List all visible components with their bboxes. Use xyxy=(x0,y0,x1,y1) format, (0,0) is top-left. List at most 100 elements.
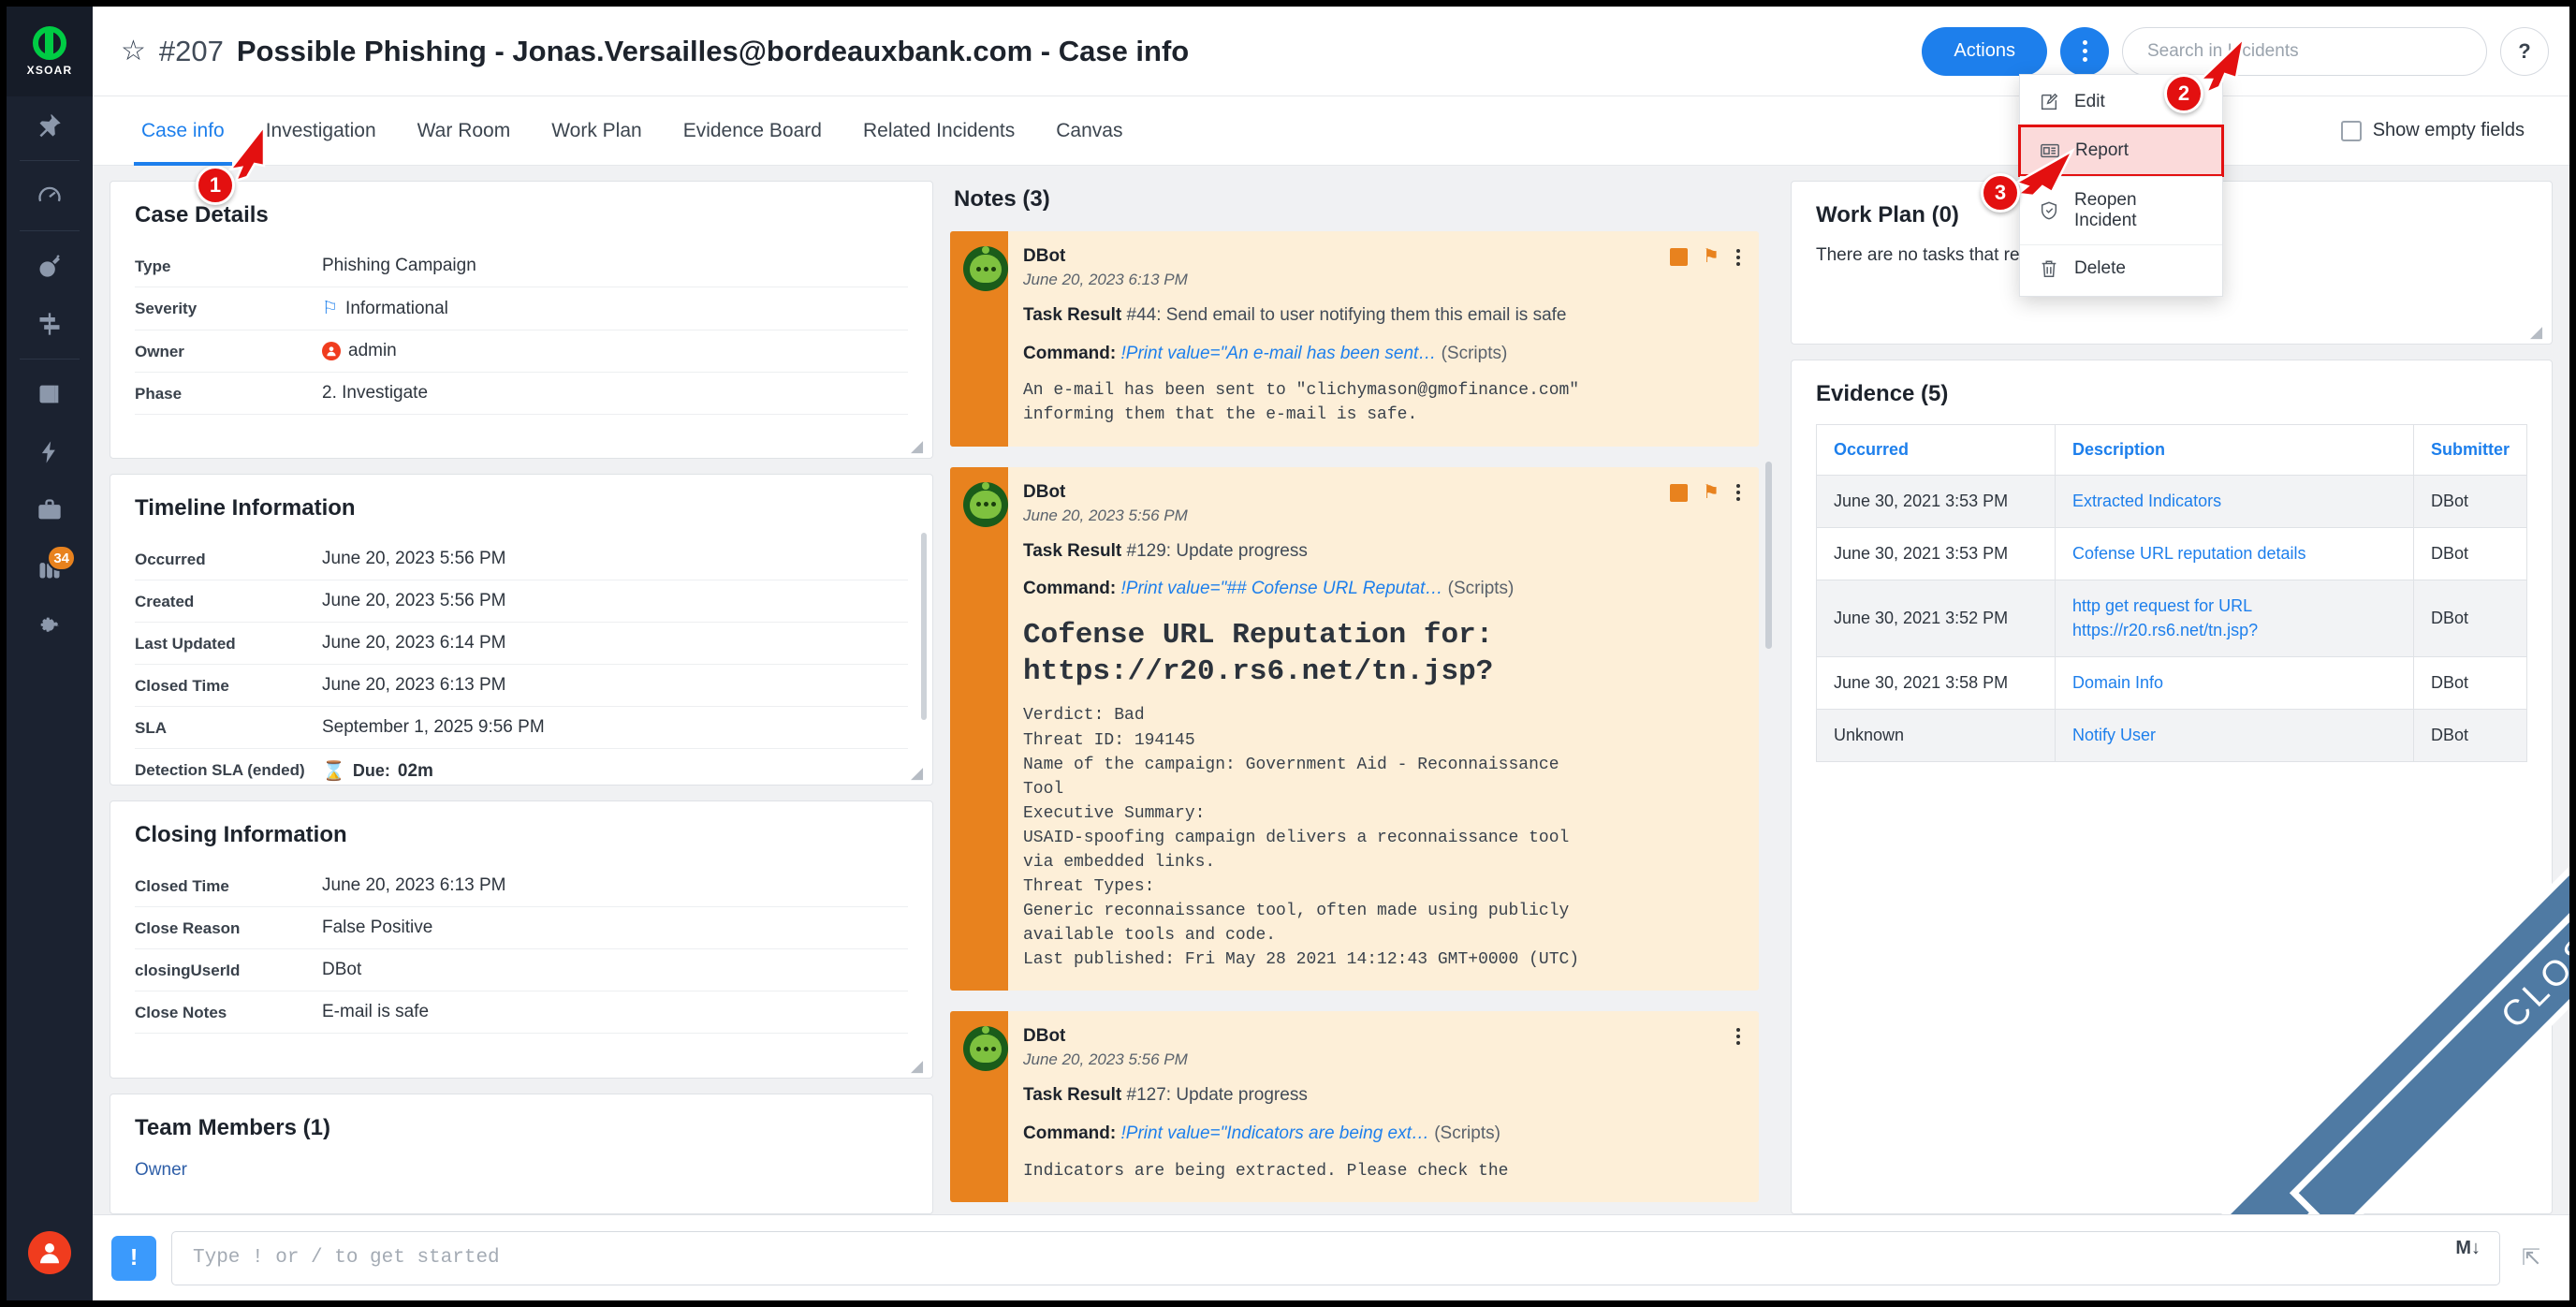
field-value: June 20, 2023 6:14 PM xyxy=(322,633,506,654)
evidence-link[interactable]: Notify User xyxy=(2072,724,2396,747)
expand-icon[interactable]: ⇱ xyxy=(2515,1244,2547,1271)
user-avatar[interactable] xyxy=(28,1231,71,1274)
resize-grip-icon[interactable]: ◢ xyxy=(911,438,926,454)
note-icon-group: ⚑ xyxy=(1670,246,1740,266)
tab-work-plan[interactable]: Work Plan xyxy=(531,96,662,166)
field-row-phase: Phase 2. Investigate xyxy=(135,373,908,415)
command-value[interactable]: !Print value="Indicators are being ext… xyxy=(1121,1123,1429,1143)
table-row[interactable]: June 30, 2021 3:52 PM http get request f… xyxy=(1816,580,2528,657)
tab-related-incidents[interactable]: Related Incidents xyxy=(842,96,1035,166)
tab-war-room[interactable]: War Room xyxy=(397,96,532,166)
callout-badge-3: 3 xyxy=(1981,173,2020,213)
field-label: Close Notes xyxy=(135,1003,227,1021)
resize-grip-icon[interactable]: ◢ xyxy=(911,765,926,781)
field-row-detection-sla: Detection SLA (ended) ⌛ Due: 02m SLA: 20… xyxy=(135,749,908,784)
xsoar-wordmark: XSOAR xyxy=(26,64,73,77)
column-header-occurred[interactable]: Occurred xyxy=(1816,424,2056,476)
dashboard-gauge-icon xyxy=(38,186,61,202)
help-button[interactable]: ? xyxy=(2500,26,2549,76)
sidebar-item-pin[interactable] xyxy=(7,96,93,154)
note-marker-icon[interactable] xyxy=(1670,483,1688,502)
note-item[interactable]: DBot June 20, 2023 6:13 PM ⚑ Task Result… xyxy=(950,231,1759,447)
rail-divider xyxy=(20,359,80,360)
markdown-toggle[interactable]: M↓ xyxy=(2455,1238,2481,1259)
note-task-line: Task Result #44: Send email to user noti… xyxy=(1023,304,1740,328)
field-row-type: Type Phishing Campaign xyxy=(135,245,908,287)
command-value[interactable]: !Print value="## Cofense URL Reputat… xyxy=(1121,579,1443,598)
sidebar-item-automation[interactable] xyxy=(7,423,93,481)
note-body: DBot June 20, 2023 6:13 PM ⚑ Task Result… xyxy=(1008,231,1759,447)
user-avatar-icon xyxy=(40,1243,59,1264)
flag-icon[interactable]: ⚑ xyxy=(1703,483,1721,502)
note-more-icon[interactable] xyxy=(1736,484,1740,502)
sidebar-item-playbooks[interactable] xyxy=(7,295,93,353)
note-more-icon[interactable] xyxy=(1736,248,1740,266)
note-item[interactable]: DBot June 20, 2023 5:56 PM ⚑ Task Result… xyxy=(950,466,1759,991)
field-label: Severity xyxy=(135,300,198,317)
evidence-title: Evidence (5) xyxy=(1816,381,1949,406)
field-value: admin xyxy=(348,341,397,360)
note-item[interactable]: DBot June 20, 2023 5:56 PM Task Result #… xyxy=(950,1011,1759,1202)
evidence-link[interactable]: Domain Info xyxy=(2072,671,2396,695)
evidence-link[interactable]: Cofense URL reputation details xyxy=(2072,542,2396,565)
menu-item-label: Reopen Incident xyxy=(2074,190,2137,230)
sidebar-item-reports[interactable] xyxy=(7,365,93,423)
notes-panel: Notes (3) DBot June 20, 2023 6:13 PM ⚑ T… xyxy=(950,181,1774,1214)
signpost-playbooks-icon xyxy=(39,313,60,335)
note-timestamp: June 20, 2023 6:13 PM xyxy=(1023,271,1188,288)
column-header-submitter[interactable]: Submitter xyxy=(2412,424,2528,476)
cell-submitter: DBot xyxy=(2412,474,2528,529)
note-header: DBot June 20, 2023 5:56 PM ⚑ xyxy=(1023,482,1740,525)
flag-icon[interactable]: ⚑ xyxy=(1703,247,1721,266)
show-empty-fields-checkbox[interactable] xyxy=(2340,120,2362,141)
sidebar-item-threat-intel[interactable]: 34 xyxy=(7,539,93,597)
menu-item-delete[interactable]: Delete xyxy=(2020,244,2222,292)
table-row[interactable]: Unknown Notify User DBot xyxy=(1816,708,2528,763)
note-author: DBot xyxy=(1023,1026,1066,1047)
note-task-line: Task Result #129: Update progress xyxy=(1023,540,1740,564)
resize-grip-icon[interactable]: ◢ xyxy=(911,1058,926,1074)
sidebar-item-marketplace[interactable] xyxy=(7,481,93,539)
bomb-incidents-icon xyxy=(39,255,60,277)
table-row[interactable]: June 30, 2021 3:58 PM Domain Info DBot xyxy=(1816,655,2528,710)
show-empty-fields-control[interactable]: Show empty fields xyxy=(2340,120,2541,141)
notes-scrollbar-thumb[interactable] xyxy=(1765,462,1772,649)
tab-canvas[interactable]: Canvas xyxy=(1035,96,1143,166)
task-result-label: Task Result xyxy=(1023,305,1122,325)
command-value[interactable]: !Print value="An e-mail has been sent… xyxy=(1121,344,1437,363)
evidence-link[interactable]: Extracted Indicators xyxy=(2072,490,2396,513)
column-header-description[interactable]: Description xyxy=(2055,424,2414,476)
resize-grip-icon[interactable]: ◢ xyxy=(2530,324,2545,340)
tab-evidence-board[interactable]: Evidence Board xyxy=(663,96,842,166)
book-reports-icon xyxy=(39,385,59,404)
severity-flag-icon: ⚐ xyxy=(322,299,339,318)
cell-occurred: June 30, 2021 3:53 PM xyxy=(1816,527,2056,581)
cell-submitter: DBot xyxy=(2412,655,2528,710)
actions-button[interactable]: Actions xyxy=(1922,26,2047,76)
sidebar-item-incidents[interactable] xyxy=(7,237,93,295)
evidence-link[interactable]: http get request for URL https://r20.rs6… xyxy=(2072,595,2396,641)
table-row[interactable]: June 30, 2021 3:53 PM Extracted Indicato… xyxy=(1816,474,2528,529)
timeline-information-card: Timeline Information Occurred June 20, 2… xyxy=(110,474,933,786)
field-row-closed-time: Closed Time June 20, 2023 6:13 PM xyxy=(135,865,908,907)
timeline-scrollbar-thumb[interactable] xyxy=(921,533,927,721)
note-author: DBot xyxy=(1023,246,1066,266)
xsoar-logo[interactable]: XSOAR xyxy=(7,7,93,96)
command-prefix-button[interactable]: ! xyxy=(111,1235,156,1281)
favorite-star-icon[interactable]: ☆ xyxy=(121,37,146,66)
table-row[interactable]: June 30, 2021 3:53 PM Cofense URL reputa… xyxy=(1816,527,2528,581)
note-marker-icon[interactable] xyxy=(1670,248,1688,266)
cell-submitter: DBot xyxy=(2412,580,2528,657)
field-value: E-mail is safe xyxy=(322,1001,430,1021)
field-row-closing-userid: closingUserId DBot xyxy=(135,949,908,991)
note-more-icon[interactable] xyxy=(1736,1028,1740,1046)
more-options-button[interactable] xyxy=(2060,26,2109,76)
sidebar-item-dashboard[interactable] xyxy=(7,167,93,225)
command-input[interactable]: Type ! or / to get started M↓ xyxy=(171,1230,2500,1285)
field-label: Closed Time xyxy=(135,876,229,895)
rail-divider xyxy=(20,160,80,161)
sidebar-item-settings[interactable] xyxy=(7,597,93,655)
note-heading: Cofense URL Reputation for: https://r20.… xyxy=(1023,618,1494,688)
field-label: Created xyxy=(135,593,195,611)
due-value: 02m xyxy=(397,760,433,781)
